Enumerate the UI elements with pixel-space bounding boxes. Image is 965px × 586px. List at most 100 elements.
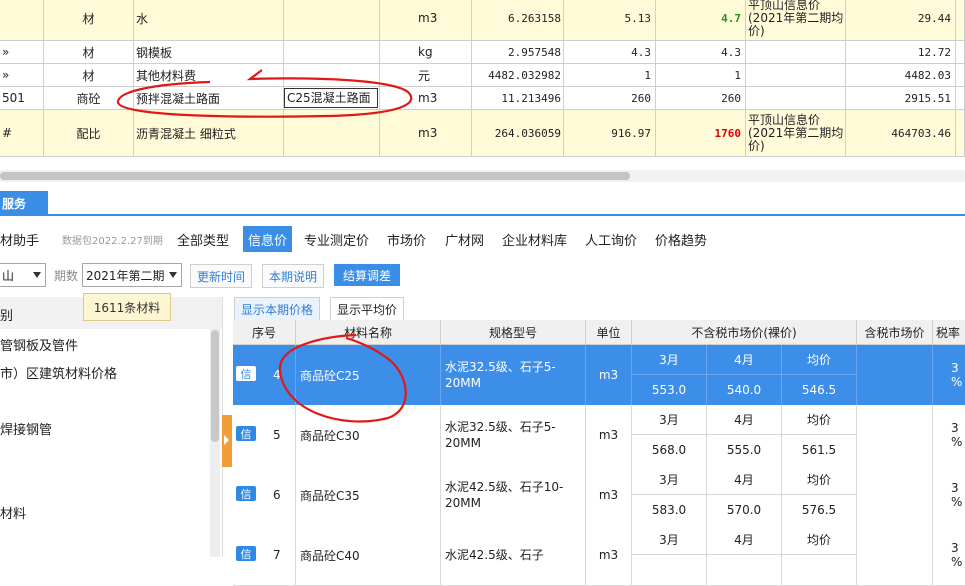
price-month-3[interactable] bbox=[632, 555, 707, 585]
month-label-4: 4月 bbox=[707, 405, 782, 435]
seq-cell: 信7 bbox=[233, 525, 296, 585]
month-label-3: 3月 bbox=[632, 465, 707, 495]
spec-cell bbox=[284, 41, 380, 63]
unit-cell: m3 bbox=[380, 87, 472, 109]
unit-cell: m3 bbox=[380, 110, 472, 156]
settle-adjust-button[interactable]: 结算调差 bbox=[334, 264, 401, 286]
tab-info-price[interactable]: 信息价 bbox=[243, 226, 293, 252]
spec-edit-box[interactable]: C25混凝土路面 bbox=[284, 87, 378, 108]
budget-price-cell: 260 bbox=[564, 87, 656, 109]
market-price-cell[interactable]: 1760 bbox=[656, 110, 746, 156]
tab-show-average-price[interactable]: 显示平均价 bbox=[330, 297, 405, 320]
spec-cell bbox=[284, 0, 380, 40]
month-label-3: 3月 bbox=[632, 345, 707, 375]
market-price-cell[interactable]: 1 bbox=[656, 64, 746, 86]
table-row[interactable]: 信 5 商品砼C30 水泥32.5级、石子5-20MM m3 3月 4月 均价 568.0 555… bbox=[233, 405, 965, 466]
price-month-4[interactable]: 540.0 bbox=[707, 375, 782, 405]
tab-enterprise-library[interactable]: 企业材料库 bbox=[497, 226, 572, 252]
info-badge: 信 bbox=[236, 546, 256, 561]
table-row[interactable]: » 材 其他材料费 元 4482.032982 1 1 4482.03 bbox=[0, 64, 965, 87]
price-month-4[interactable] bbox=[707, 555, 782, 585]
table-row[interactable]: 501 商砼 预拌混凝土路面 C25混凝土路面 m3 11.213496 260… bbox=[0, 87, 965, 110]
tab-labor-inquiry[interactable]: 人工询价 bbox=[580, 226, 642, 252]
region-select[interactable]: 山 bbox=[0, 263, 46, 287]
price-month-3[interactable]: 553.0 bbox=[632, 375, 707, 405]
price-average[interactable]: 546.5 bbox=[782, 375, 857, 405]
seq-value: 7 bbox=[273, 548, 281, 562]
incl-tax-price-cell bbox=[857, 465, 933, 525]
price-month-3[interactable]: 583.0 bbox=[632, 495, 707, 525]
tree-item[interactable]: 市）区建筑材料价格 bbox=[0, 363, 117, 382]
spec-cell[interactable]: C25混凝土路面 bbox=[284, 87, 380, 109]
category-header-label: 别 bbox=[0, 309, 14, 324]
tab-guangcai[interactable]: 广材网 bbox=[440, 226, 489, 252]
arrow-right-icon bbox=[224, 435, 229, 445]
month-label-4: 4月 bbox=[707, 345, 782, 375]
period-note-button[interactable]: 本期说明 bbox=[262, 264, 325, 288]
material-name-cell[interactable]: 商品砼C30 bbox=[296, 405, 441, 465]
material-name-cell[interactable]: 商品砼C40 bbox=[296, 525, 441, 585]
market-price-cell[interactable]: 4.7 bbox=[656, 0, 746, 40]
amount-cell: 464703.46 bbox=[846, 110, 956, 156]
update-time-button[interactable]: 更新时间 bbox=[190, 264, 253, 288]
table-row[interactable]: 材 水 m3 6.263158 5.13 4.7 平顶山信息价(2021年第二期… bbox=[0, 0, 965, 41]
price-source-cell bbox=[746, 41, 846, 63]
vertical-scroll-thumb[interactable] bbox=[211, 330, 219, 442]
price-month-4[interactable]: 555.0 bbox=[707, 435, 782, 465]
table-row[interactable]: 信 6 商品砼C35 水泥42.5级、石子10-20MM m3 3月 4月 均价 583.0 57… bbox=[233, 465, 965, 526]
material-helper-label[interactable]: 材助手 bbox=[0, 226, 39, 252]
period-select[interactable]: 2021年第二期 bbox=[82, 263, 182, 287]
amount-cell: 4482.03 bbox=[846, 64, 956, 86]
code-cell: » bbox=[0, 64, 44, 86]
collapse-handle[interactable] bbox=[222, 415, 232, 467]
seq-value: 6 bbox=[273, 488, 281, 502]
header-market-incl: 含税市场价 bbox=[857, 320, 933, 344]
budget-price-cell: 916.97 bbox=[564, 110, 656, 156]
seq-value: 4 bbox=[273, 368, 281, 382]
market-price-cell[interactable]: 4.3 bbox=[656, 41, 746, 63]
tax-rate-cell: 3 % bbox=[951, 361, 963, 389]
incl-tax-price-cell bbox=[857, 405, 933, 465]
tab-market-price[interactable]: 市场价 bbox=[382, 226, 431, 252]
tab-show-current-price[interactable]: 显示本期价格 bbox=[234, 297, 321, 320]
price-month-3[interactable]: 568.0 bbox=[632, 435, 707, 465]
name-cell: 水 bbox=[134, 0, 284, 40]
type-cell: 材 bbox=[44, 64, 134, 86]
unit-cell: kg bbox=[380, 41, 472, 63]
budget-price-cell: 5.13 bbox=[564, 0, 656, 40]
price-month-4[interactable]: 570.0 bbox=[707, 495, 782, 525]
name-cell: 沥青混凝土 细粒式 bbox=[134, 110, 284, 156]
table-row[interactable]: » 材 钢模板 kg 2.957548 4.3 4.3 12.72 bbox=[0, 41, 965, 64]
tab-all-types[interactable]: 全部类型 bbox=[172, 226, 234, 252]
table-row[interactable]: # 配比 沥青混凝土 细粒式 m3 264.036059 916.97 1760… bbox=[0, 110, 965, 157]
market-price-cell[interactable]: 260 bbox=[656, 87, 746, 109]
horizontal-scroll-thumb[interactable] bbox=[0, 172, 630, 180]
tab-professional-price[interactable]: 专业测定价 bbox=[299, 226, 374, 252]
material-name-cell[interactable]: 商品砼C35 bbox=[296, 465, 441, 525]
budget-price-cell: 4.3 bbox=[564, 41, 656, 63]
package-expiry-note: 数据包2022.2.27到期 bbox=[62, 235, 163, 247]
price-average[interactable]: 576.5 bbox=[782, 495, 857, 525]
chevron-down-icon bbox=[33, 272, 41, 278]
price-source-cell: 平顶山信息价(2021年第二期均价) bbox=[746, 0, 846, 40]
tree-item[interactable]: 管钢板及管件 bbox=[0, 335, 78, 354]
unit-cell: m3 bbox=[586, 525, 632, 585]
avg-label: 均价 bbox=[782, 345, 857, 375]
table-row[interactable]: 信 4 商品砼C25 水泥32.5级、石子5-20MM m3 3月 4月 均价 553.0 540… bbox=[233, 345, 965, 406]
service-tab[interactable]: 服务 bbox=[0, 191, 48, 215]
tab-price-trend[interactable]: 价格趋势 bbox=[650, 226, 712, 252]
info-badge: 信 bbox=[236, 426, 256, 441]
tree-item[interactable]: 材料 bbox=[0, 503, 26, 522]
material-name-cell[interactable]: 商品砼C25 bbox=[296, 345, 441, 405]
month-label-3: 3月 bbox=[632, 525, 707, 555]
code-cell: 501 bbox=[0, 87, 44, 109]
price-average[interactable] bbox=[782, 555, 857, 585]
seq-value: 5 bbox=[273, 428, 281, 442]
price-average[interactable]: 561.5 bbox=[782, 435, 857, 465]
table-row[interactable]: 信 7 商品砼C40 水泥42.5级、石子 m3 3月 4月 均价 3 % bbox=[233, 525, 965, 586]
tree-item[interactable]: 焊接钢管 bbox=[0, 419, 52, 438]
budget-price-cell: 1 bbox=[564, 64, 656, 86]
code-cell bbox=[0, 0, 44, 40]
blank-cell bbox=[956, 41, 965, 63]
spec-cell: 水泥32.5级、石子5-20MM bbox=[441, 405, 586, 465]
